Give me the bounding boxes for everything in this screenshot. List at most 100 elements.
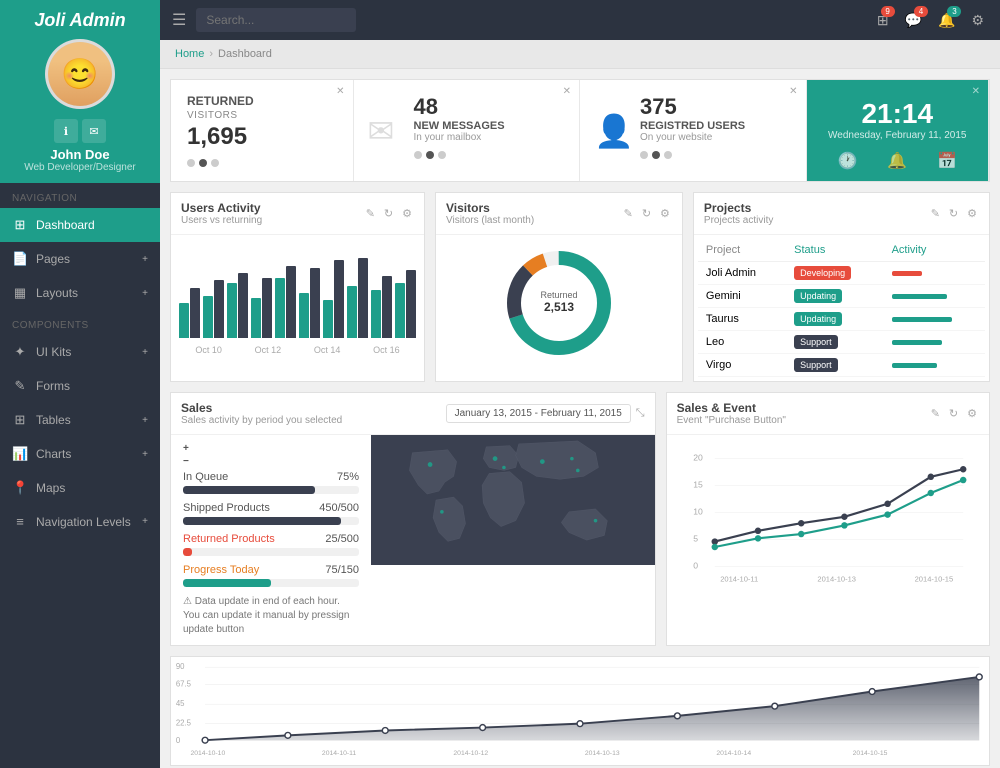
- avatar-mail-button[interactable]: ✉: [82, 119, 106, 143]
- svg-text:67.5: 67.5: [176, 680, 191, 689]
- bar-teal: [371, 290, 381, 338]
- sales-header-actions: January 13, 2015 - February 11, 2015 ⤡: [446, 404, 645, 423]
- sales-event-actions: ✎ ↻ ⚙: [929, 405, 979, 422]
- users-dots: [640, 151, 790, 159]
- menu-toggle-icon[interactable]: ☰: [172, 10, 186, 30]
- progress-section: + − In Queue 75%: [171, 435, 371, 645]
- udot-2: [652, 151, 660, 159]
- sidebar-item-layouts[interactable]: ▦ Layouts +: [0, 276, 160, 310]
- visitors-subtitle: Visitors (last month): [446, 215, 534, 226]
- topbar-bell-button[interactable]: 🔔 3: [934, 8, 959, 33]
- sidebar-item-uikits-label: UI Kits: [36, 345, 71, 359]
- projects-settings-btn[interactable]: ⚙: [965, 205, 979, 222]
- sales-header-info: Sales Sales activity by period you selec…: [181, 401, 446, 426]
- zoom-minus-btn[interactable]: −: [183, 456, 189, 467]
- widgets-row: Users Activity Users vs returning ✎ ↻ ⚙ …: [170, 192, 990, 382]
- sales-event-settings-btn[interactable]: ⚙: [965, 405, 979, 422]
- sidebar-item-uikits[interactable]: ✦ UI Kits +: [0, 335, 160, 369]
- clock-time: 21:14: [823, 98, 973, 130]
- table-row: Joli Admin Developing: [698, 262, 985, 285]
- visitors-refresh-btn[interactable]: ↻: [640, 205, 653, 222]
- topbar-chat-button[interactable]: 💬 4: [901, 8, 926, 33]
- returned-dots: [187, 159, 337, 167]
- svg-text:0: 0: [176, 736, 181, 745]
- svg-text:20: 20: [693, 453, 703, 463]
- sidebar-item-forms-label: Forms: [36, 379, 70, 393]
- sidebar: Joli Admin 😊 ℹ ✉ John Doe Web Developer/…: [0, 0, 160, 768]
- widget-projects: Projects Projects activity ✎ ↻ ⚙ Project: [693, 192, 990, 382]
- svg-text:2014-10-15: 2014-10-15: [914, 575, 953, 584]
- label-oct14: Oct 14: [314, 345, 341, 355]
- avatar-info-button[interactable]: ℹ: [54, 119, 78, 143]
- sidebar-item-navigation-levels[interactable]: ≡ Navigation Levels +: [0, 505, 160, 538]
- users-activity-edit-btn[interactable]: ✎: [364, 205, 377, 222]
- clock-icon[interactable]: 🕐: [837, 151, 857, 171]
- bar-group: [227, 273, 248, 338]
- stat-card-users: ✕ 👤 375 REGISTRED USERS On your website: [580, 80, 807, 181]
- messages-sublabel: In your mailbox: [414, 132, 564, 143]
- sales-subtitle: Sales activity by period you selected: [181, 415, 446, 426]
- bar-dark: [262, 278, 272, 338]
- sales-event-refresh-btn[interactable]: ↻: [947, 405, 960, 422]
- sidebar-item-charts-label: Charts: [36, 447, 71, 461]
- topbar-settings-button[interactable]: ⚙: [967, 8, 988, 33]
- dashboard-icon: ⊞: [12, 217, 28, 233]
- svg-text:2014-10-11: 2014-10-11: [322, 750, 356, 757]
- calendar-icon[interactable]: 📅: [937, 151, 957, 171]
- project-status: Support: [786, 331, 883, 354]
- svg-text:5: 5: [693, 534, 698, 544]
- visitors-settings-btn[interactable]: ⚙: [658, 205, 672, 222]
- sidebar-item-charts[interactable]: 📊 Charts +: [0, 437, 160, 471]
- progress-shipped: Shipped Products 450/500: [183, 502, 359, 525]
- udot-1: [640, 151, 648, 159]
- topbar-grid-button[interactable]: ⊞ 9: [873, 8, 893, 33]
- users-activity-settings-btn[interactable]: ⚙: [400, 205, 414, 222]
- projects-refresh-btn[interactable]: ↻: [947, 205, 960, 222]
- users-activity-refresh-btn[interactable]: ↻: [382, 205, 395, 222]
- returned-value: 1,695: [187, 123, 337, 151]
- forms-icon: ✎: [12, 378, 28, 394]
- sidebar-item-maps-label: Maps: [36, 481, 65, 495]
- maps-icon: 📍: [12, 480, 28, 496]
- bar-teal: [179, 303, 189, 338]
- search-input[interactable]: [196, 8, 356, 32]
- sidebar-item-forms[interactable]: ✎ Forms: [0, 369, 160, 403]
- topbar-grid-badge: 9: [881, 6, 895, 17]
- progress-returned-bar-bg: [183, 548, 359, 556]
- project-name: Joli Admin: [698, 262, 786, 285]
- layouts-expand-icon: +: [142, 288, 148, 299]
- udot-3: [664, 151, 672, 159]
- svg-text:0: 0: [693, 561, 698, 571]
- col-project: Project: [698, 239, 786, 262]
- bell-icon[interactable]: 🔔: [887, 151, 907, 171]
- breadcrumb-current: Dashboard: [218, 48, 272, 60]
- stat-card-returned-close[interactable]: ✕: [336, 86, 344, 97]
- visitors-edit-btn[interactable]: ✎: [622, 205, 635, 222]
- project-status: Developing: [786, 262, 883, 285]
- sales-widget: Sales Sales activity by period you selec…: [170, 392, 656, 646]
- bar-group: [299, 268, 320, 338]
- widget-users-activity: Users Activity Users vs returning ✎ ↻ ⚙ …: [170, 192, 425, 382]
- clock-close[interactable]: ✕: [972, 86, 980, 97]
- bar-group: [179, 288, 200, 338]
- projects-edit-btn[interactable]: ✎: [929, 205, 942, 222]
- donut-chart-container: Returned 2,513: [444, 243, 674, 363]
- project-activity: [884, 285, 985, 308]
- stat-card-users-close[interactable]: ✕: [789, 86, 797, 97]
- tables-expand-icon: +: [142, 415, 148, 426]
- stat-card-messages-close[interactable]: ✕: [563, 86, 571, 97]
- sidebar-item-maps[interactable]: 📍 Maps: [0, 471, 160, 505]
- sales-event-widget: Sales & Event Event "Purchase Button" ✎ …: [666, 392, 990, 646]
- date-range-button[interactable]: January 13, 2015 - February 11, 2015: [446, 404, 631, 423]
- sales-body: + − In Queue 75%: [171, 435, 655, 645]
- bar-chart-labels: Oct 10 Oct 12 Oct 14 Oct 16: [179, 345, 416, 355]
- sales-event-edit-btn[interactable]: ✎: [929, 405, 942, 422]
- sidebar-item-dashboard[interactable]: ⊞ Dashboard: [0, 208, 160, 242]
- breadcrumb-home[interactable]: Home: [175, 48, 204, 60]
- sidebar-item-tables[interactable]: ⊞ Tables +: [0, 403, 160, 437]
- sales-expand-btn[interactable]: ⤡: [636, 407, 645, 420]
- zoom-plus-btn[interactable]: +: [183, 443, 189, 454]
- sidebar-item-pages[interactable]: 📄 Pages +: [0, 242, 160, 276]
- dot-1: [187, 159, 195, 167]
- navlevels-icon: ≡: [12, 514, 28, 529]
